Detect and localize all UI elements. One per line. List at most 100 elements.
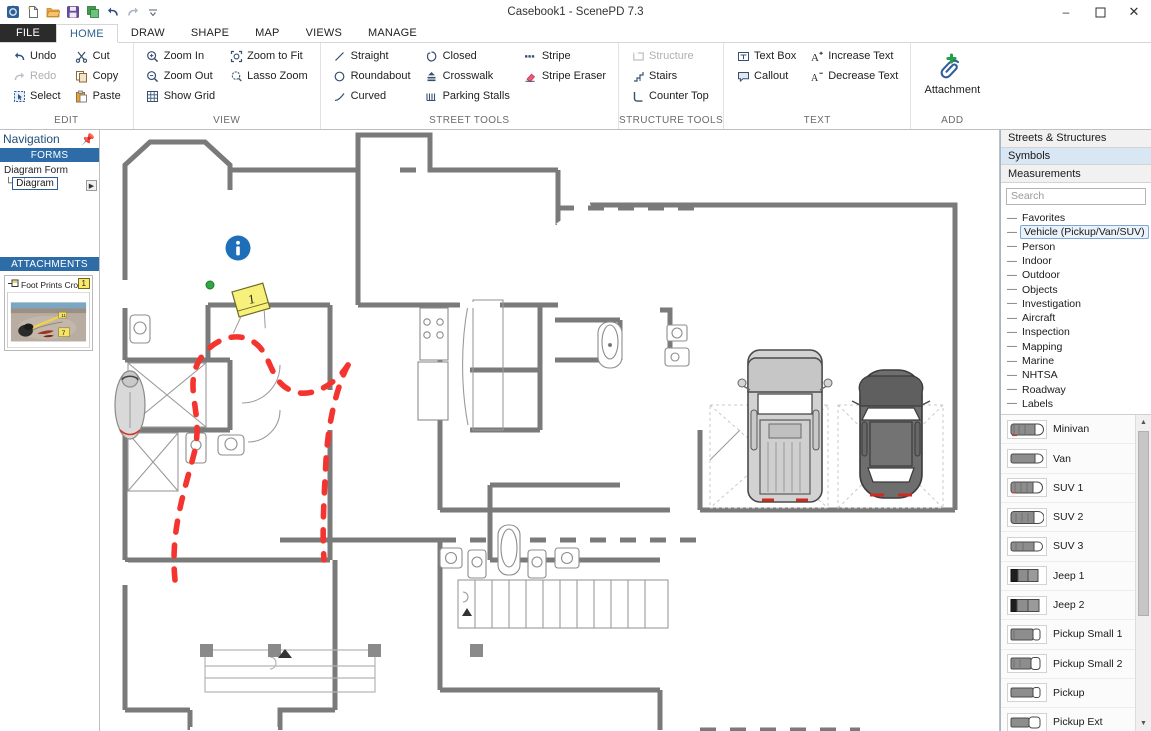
category-roadway[interactable]: —Roadway (1007, 383, 1151, 397)
crosswalk-button[interactable]: Crosswalk (423, 67, 512, 85)
redo-icon[interactable] (125, 5, 140, 20)
closed-label: Closed (443, 50, 477, 62)
search-input[interactable] (1006, 188, 1146, 205)
category-objects[interactable]: —Objects (1007, 282, 1151, 296)
zoom-in-icon (146, 49, 160, 63)
roundabout-button[interactable]: Roundabout (331, 67, 413, 85)
symbol-item-van[interactable]: Van (1001, 444, 1151, 473)
zoom-out-button[interactable]: Zoom Out (144, 67, 217, 85)
symbol-item-minivan[interactable]: Minivan (1001, 415, 1151, 444)
qat-dropdown-icon[interactable] (145, 5, 160, 20)
closed-button[interactable]: Closed (423, 47, 512, 65)
svg-text:7: 7 (62, 330, 66, 337)
new-icon[interactable] (25, 5, 40, 20)
app-icon[interactable] (5, 5, 20, 20)
show-grid-button[interactable]: Show Grid (144, 87, 217, 105)
minimize-button[interactable]: – (1049, 0, 1083, 24)
window-title: Casebook1 - ScenePD 7.3 (0, 6, 1151, 18)
category-marine[interactable]: —Marine (1007, 354, 1151, 368)
panel-header-symbols[interactable]: Symbols (1001, 148, 1151, 166)
symbol-item-suv-1[interactable]: SUV 1 (1001, 474, 1151, 503)
save-icon[interactable] (65, 5, 80, 20)
open-folder-icon[interactable] (45, 5, 60, 20)
category-nhtsa[interactable]: —NHTSA (1007, 368, 1151, 382)
scroll-up-arrow-icon[interactable]: ▲ (1136, 415, 1151, 429)
undo-button[interactable]: Undo (10, 47, 63, 65)
category-outdoor[interactable]: —Outdoor (1007, 268, 1151, 282)
category-inspection[interactable]: —Inspection (1007, 325, 1151, 339)
stripe-eraser-button[interactable]: Stripe Eraser (522, 67, 608, 85)
category-vehicle[interactable]: —Vehicle (Pickup/Van/SUV) (1007, 225, 1151, 239)
redo-button[interactable]: Redo (10, 67, 63, 85)
symbol-item-pickup-small-1[interactable]: Pickup Small 1 (1001, 620, 1151, 649)
increase-text-button[interactable]: A Increase Text (808, 47, 900, 65)
tab-manage[interactable]: MANAGE (355, 24, 430, 42)
zoom-to-fit-button[interactable]: Zoom to Fit (227, 47, 310, 65)
lasso-zoom-button[interactable]: Lasso Zoom (227, 67, 310, 85)
stairs-icon (631, 69, 645, 83)
category-indoor[interactable]: —Indoor (1007, 254, 1151, 268)
category-person[interactable]: —Person (1007, 240, 1151, 254)
category-investigation[interactable]: —Investigation (1007, 297, 1151, 311)
pin-icon[interactable]: 📌 (81, 133, 95, 146)
symbol-item-pickup[interactable]: Pickup (1001, 679, 1151, 708)
category-aircraft[interactable]: —Aircraft (1007, 311, 1151, 325)
zoom-in-button[interactable]: Zoom In (144, 47, 217, 65)
symbol-item-pickup-ext[interactable]: Pickup Ext (1001, 708, 1151, 731)
ribbon-group-text: Text Box Callout A Increase Text A Decre… (724, 43, 911, 129)
tab-draw[interactable]: DRAW (118, 24, 178, 42)
symbol-item-suv-2[interactable]: SUV 2 (1001, 503, 1151, 532)
paste-button[interactable]: Paste (73, 87, 123, 105)
tab-file[interactable]: FILE (0, 24, 56, 42)
svg-text:A: A (811, 52, 819, 63)
panel-header-measurements[interactable]: Measurements (1001, 165, 1151, 183)
category-mapping[interactable]: —Mapping (1007, 340, 1151, 354)
decrease-text-button[interactable]: A Decrease Text (808, 67, 900, 85)
symbol-item-suv-3[interactable]: SUV 3 (1001, 532, 1151, 561)
decrease-text-icon: A (810, 69, 824, 83)
scrollbar-thumb[interactable] (1138, 431, 1149, 616)
category-favorites[interactable]: —Favorites (1007, 211, 1151, 225)
callout-icon (736, 69, 750, 83)
stairs-button[interactable]: Stairs (629, 67, 711, 85)
tree-node-diagram[interactable]: Diagram (12, 177, 58, 190)
scroll-down-arrow-icon[interactable]: ▼ (1136, 717, 1151, 731)
panel-header-streets-structures[interactable]: Streets & Structures (1001, 130, 1151, 148)
category-labels[interactable]: —Labels (1007, 397, 1151, 411)
undo-icon[interactable] (105, 5, 120, 20)
forms-expand-button[interactable]: ▶ (86, 180, 97, 191)
duplicate-icon[interactable] (85, 5, 100, 20)
symbol-item-jeep-1[interactable]: Jeep 1 (1001, 562, 1151, 591)
counter-top-button[interactable]: Counter Top (629, 87, 711, 105)
tab-map[interactable]: MAP (242, 24, 292, 42)
navigation-panel: Navigation 📌 FORMS Diagram Form └ Diagra… (0, 130, 100, 731)
callout-button[interactable]: Callout (734, 67, 798, 85)
diagram-canvas[interactable]: 1 (100, 130, 1000, 731)
close-button[interactable]: ✕ (1117, 0, 1151, 24)
parking-stalls-button[interactable]: Parking Stalls (423, 87, 512, 105)
attachment-thumbnail[interactable]: 7 11 (7, 292, 90, 348)
maximize-button[interactable] (1083, 0, 1117, 24)
structure-label: Structure (649, 50, 694, 62)
cut-button[interactable]: Cut (73, 47, 123, 65)
stripe-button[interactable]: Stripe (522, 47, 608, 65)
tree-dash-icon: — (1007, 241, 1020, 252)
form-tree-node[interactable]: └ Diagram (3, 177, 96, 190)
straight-button[interactable]: Straight (331, 47, 413, 65)
symbol-label: Pickup (1053, 687, 1085, 699)
tab-shape[interactable]: SHAPE (178, 24, 242, 42)
copy-button[interactable]: Copy (73, 67, 123, 85)
structure-button[interactable]: Structure (629, 47, 711, 65)
tab-home[interactable]: HOME (56, 24, 118, 43)
tab-views[interactable]: VIEWS (293, 24, 355, 42)
select-button[interactable]: Select (10, 87, 63, 105)
attachment-card[interactable]: 1 Foot Prints Cro... (4, 275, 93, 351)
symbol-label: Jeep 2 (1053, 599, 1085, 611)
attachment-button[interactable]: Attachment (916, 47, 988, 96)
curved-button[interactable]: Curved (331, 87, 413, 105)
symbol-list[interactable]: Minivan Van SUV 1 SUV 2 SUV 3 (1001, 415, 1151, 731)
symbol-item-jeep-2[interactable]: Jeep 2 (1001, 591, 1151, 620)
symbol-list-scrollbar[interactable]: ▲ ▼ (1135, 415, 1151, 731)
text-box-button[interactable]: Text Box (734, 47, 798, 65)
symbol-item-pickup-small-2[interactable]: Pickup Small 2 (1001, 650, 1151, 679)
